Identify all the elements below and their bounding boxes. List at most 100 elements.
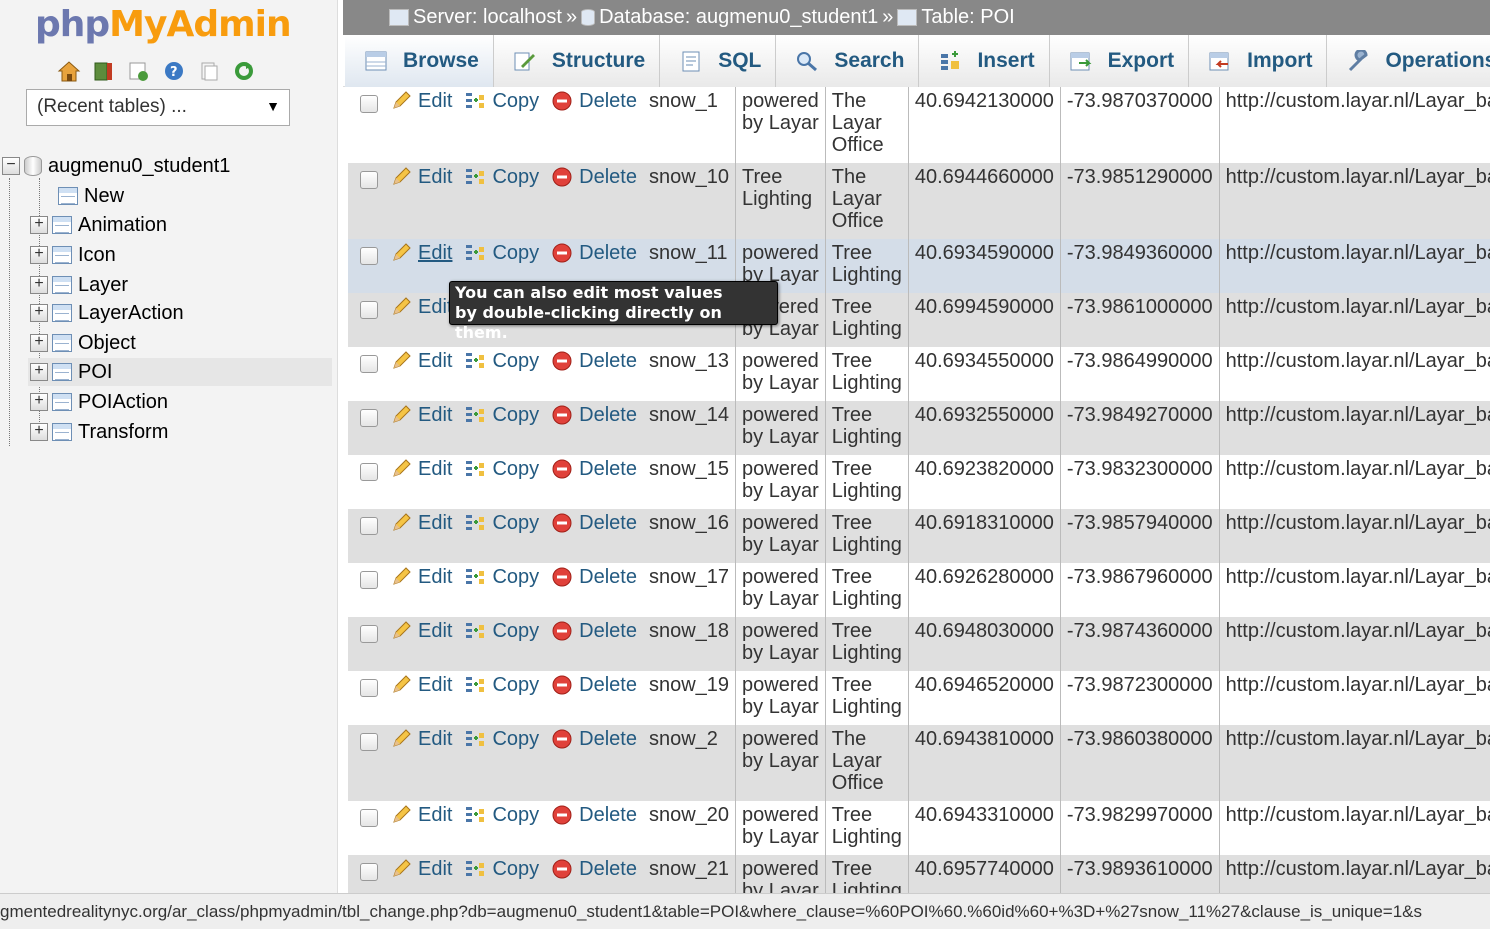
copy-link[interactable]: Copy [464,858,539,880]
copy-link[interactable]: Copy [464,804,539,826]
table-row[interactable]: Edit Copy Delete snow_19 powered by Layar Tre… [348,671,1490,725]
delete-link[interactable]: Delete [551,728,637,750]
delete-link[interactable]: Delete [551,674,637,696]
table-row[interactable]: Edit Copy Delete snow_16 powered by Layar Tre… [348,509,1490,563]
table-row[interactable]: Edit Copy Delete snow_21 powered by Layar Tre… [348,855,1490,893]
cell-lon[interactable]: -73.9874360000 [1059,617,1220,671]
edit-link[interactable]: Edit [390,512,452,534]
cell-id[interactable]: snow_10 [642,163,736,239]
tab-import[interactable]: Import [1189,35,1328,87]
row-checkbox[interactable] [360,679,378,697]
table-row[interactable]: Edit Copy Delete snow_2 powered by Layar The … [348,725,1490,801]
tab-export[interactable]: Export [1049,35,1190,87]
cell-url[interactable]: http://custom.layar.nl/Layar_ba [1218,509,1490,563]
recent-tables-select[interactable]: (Recent tables) ... ▼ [26,89,290,126]
expand-icon[interactable]: + [30,363,48,381]
copy-link[interactable]: Copy [464,404,539,426]
cell-lat[interactable]: 40.6934550000 [907,347,1061,401]
tab-sql[interactable]: SQL [660,35,777,87]
table-row[interactable]: Edit Copy Delete snow_14 powered by Layar Tre… [348,401,1490,455]
delete-link[interactable]: Delete [551,242,637,264]
copy-link[interactable]: Copy [464,90,539,112]
expand-icon[interactable]: + [30,304,48,322]
delete-link[interactable]: Delete [551,350,637,372]
row-checkbox[interactable] [360,301,378,319]
delete-link[interactable]: Delete [551,90,637,112]
breadcrumb-table[interactable]: Table: POI [921,6,1014,29]
cell-id[interactable]: snow_20 [642,801,736,855]
table-row[interactable]: Edit Copy Delete snow_18 powered by Layar Tre… [348,617,1490,671]
tab-operations[interactable]: Operations [1327,35,1490,87]
row-checkbox[interactable] [360,863,378,881]
table-row[interactable]: Edit Copy Delete snow_13 powered by Layar Tre… [348,347,1490,401]
edit-link[interactable]: Edit [390,166,452,188]
cell-lat[interactable]: 40.6943810000 [907,725,1061,801]
copy-link[interactable]: Copy [464,166,539,188]
cell-lat[interactable]: 40.6943310000 [907,801,1061,855]
delete-link[interactable]: Delete [551,512,637,534]
cell-url[interactable]: http://custom.layar.nl/Layar_ba [1218,801,1490,855]
cell-title[interactable]: Tree Lighting [824,509,909,563]
table-row[interactable]: Edit Copy Delete snow_1 powered by Layar The … [348,87,1490,163]
cell-attribution[interactable]: powered by Layar [735,671,826,725]
copy-link[interactable]: Copy [464,674,539,696]
delete-link[interactable]: Delete [551,166,637,188]
cell-url[interactable]: http://custom.layar.nl/Layar_ba [1218,163,1490,239]
tree-table-label[interactable]: Transform [78,421,168,444]
cell-attribution[interactable]: powered by Layar [735,401,826,455]
cell-attribution[interactable]: powered by Layar [735,725,826,801]
delete-link[interactable]: Delete [551,620,637,642]
table-row[interactable]: Edit Copy Delete snow_20 powered by Layar Tre… [348,801,1490,855]
edit-link[interactable]: Edit [390,404,452,426]
cell-title[interactable]: The Layar Office [824,725,909,801]
cell-lon[interactable]: -73.9849270000 [1059,401,1220,455]
row-checkbox[interactable] [360,571,378,589]
cell-lon[interactable]: -73.9867960000 [1059,563,1220,617]
cell-lat[interactable]: 40.6948030000 [907,617,1061,671]
cell-url[interactable]: http://custom.layar.nl/Layar_ba [1218,725,1490,801]
tree-database-node[interactable]: − augmenu0_student1 [2,152,230,180]
row-checkbox[interactable] [360,625,378,643]
cell-url[interactable]: http://custom.layar.nl/Layar_ba [1218,855,1490,893]
breadcrumb-server[interactable]: Server: localhost [413,6,562,29]
cell-lon[interactable]: -73.9849360000 [1059,239,1220,293]
row-checkbox[interactable] [360,733,378,751]
copy-link[interactable]: Copy [464,566,539,588]
expand-icon[interactable]: + [30,276,48,294]
tab-browse[interactable]: Browse [345,35,494,87]
cell-lat[interactable]: 40.6942130000 [907,87,1061,163]
cell-lat[interactable]: 40.6994590000 [907,293,1061,347]
row-checkbox[interactable] [360,463,378,481]
cell-title[interactable]: Tree Lighting [824,347,909,401]
cell-title[interactable]: Tree Lighting [824,617,909,671]
cell-lon[interactable]: -73.9860380000 [1059,725,1220,801]
cell-lon[interactable]: -73.9872300000 [1059,671,1220,725]
delete-link[interactable]: Delete [551,566,637,588]
cell-lon[interactable]: -73.9864990000 [1059,347,1220,401]
table-row[interactable]: Edit Copy Delete snow_10 Tree Lighting The La… [348,163,1490,239]
cell-id[interactable]: snow_2 [642,725,736,801]
home-icon[interactable] [56,58,81,83]
tree-new-label[interactable]: New [84,185,124,208]
cell-title[interactable]: Tree Lighting [824,455,909,509]
help-icon[interactable]: ? [161,58,186,83]
edit-link[interactable]: Edit [390,90,452,112]
cell-title[interactable]: The Layar Office [824,87,909,163]
cell-id[interactable]: snow_13 [642,347,736,401]
tree-item-animation[interactable]: + Animation [30,211,167,239]
edit-link[interactable]: Edit [390,620,452,642]
expand-icon[interactable]: + [30,334,48,352]
tab-search[interactable]: Search [776,35,920,87]
phpmyadmin-logo[interactable]: phpMyAdmin [35,4,292,45]
copy-link[interactable]: Copy [464,728,539,750]
tree-item-layeraction[interactable]: + LayerAction [30,299,184,327]
tab-structure[interactable]: Structure [493,35,661,87]
expand-icon[interactable]: + [30,216,48,234]
cell-title[interactable]: Tree Lighting [824,401,909,455]
cell-url[interactable]: http://custom.layar.nl/Layar_ba [1218,87,1490,163]
cell-id[interactable]: snow_16 [642,509,736,563]
expand-icon[interactable]: + [30,393,48,411]
row-checkbox[interactable] [360,355,378,373]
tree-item-new[interactable]: New [58,182,124,210]
cell-lon[interactable]: -73.9829970000 [1059,801,1220,855]
